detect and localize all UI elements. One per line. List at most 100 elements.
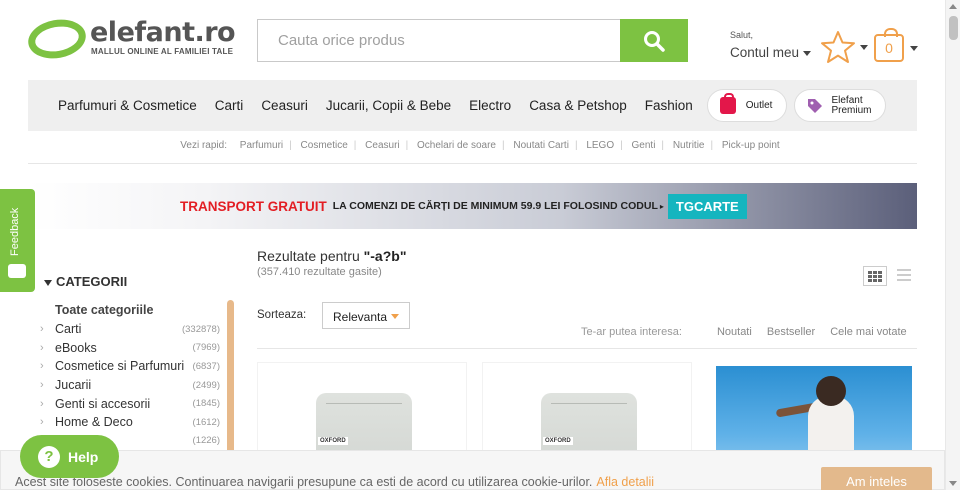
search-input[interactable] <box>258 20 620 61</box>
quick-link[interactable]: Nutritie <box>673 140 705 151</box>
category-item[interactable]: › Cosmetice si Parfumuri (6837) <box>40 357 220 376</box>
main-nav: Parfumuri & Cosmetice Carti Ceasuri Juca… <box>28 80 917 131</box>
nav-item-casa[interactable]: Casa & Petshop <box>529 98 627 113</box>
product-brand: OXFORD <box>543 437 573 445</box>
category-scrollbar[interactable] <box>227 300 234 460</box>
category-count: (1226) <box>192 435 220 447</box>
quick-link[interactable]: Cosmetice <box>301 140 348 151</box>
site-logo[interactable]: elefant.ro MALLUL ONLINE AL FAMILIEI TAL… <box>25 15 238 63</box>
triangle-down-icon <box>44 279 52 286</box>
chevron-down-icon <box>391 314 399 319</box>
chevron-down-icon <box>803 50 812 56</box>
account-menu[interactable]: Salut, Contul meu <box>730 30 812 60</box>
quick-link[interactable]: Ochelari de soare <box>417 140 496 151</box>
quick-link[interactable]: Ceasuri <box>365 140 399 151</box>
product-brand: OXFORD <box>318 437 348 445</box>
outlet-label: Outlet <box>745 99 773 111</box>
chevron-right-icon: › <box>40 323 44 336</box>
interest-link-cele-mai-votate[interactable]: Cele mai votate <box>830 326 906 338</box>
sort-select[interactable]: Relevanta <box>322 302 410 329</box>
scroll-down-icon[interactable] <box>949 481 957 486</box>
category-name: eBooks <box>55 340 97 355</box>
categories-title: CATEGORII <box>56 274 128 289</box>
interest-label: Te-ar putea interesa: <box>581 326 682 338</box>
premium-label-2: Premium <box>831 104 872 116</box>
help-button[interactable]: ? Help <box>20 435 119 478</box>
nav-item-jucarii[interactable]: Jucarii, Copii & Bebe <box>326 98 451 113</box>
cart-button[interactable]: 0 <box>874 28 920 64</box>
divider <box>28 163 917 164</box>
premium-label: Elefant Premium <box>831 95 872 116</box>
banner-highlight: TRANSPORT GRATUIT <box>180 198 327 214</box>
quick-links-label: Vezi rapid: <box>180 140 227 151</box>
category-list: › Carti (332878) › eBooks (7969) › Cosmetice … <box>40 320 220 450</box>
quick-link[interactable]: Pick-up point <box>722 140 780 151</box>
quick-link[interactable]: Parfumuri <box>240 140 283 151</box>
interest-link-noutati[interactable]: Noutati <box>717 326 752 338</box>
category-name: Cosmetice si Parfumuri <box>55 359 185 374</box>
scroll-thumb[interactable] <box>949 16 958 40</box>
interest-link-bestseller[interactable]: Bestseller <box>767 326 815 338</box>
all-categories-link[interactable]: Toate categoriile <box>55 303 153 317</box>
grid-view-button[interactable] <box>863 266 887 286</box>
category-name: Home & Deco <box>55 415 133 430</box>
logo-tagline: MALLUL ONLINE AL FAMILIEI TALE <box>91 47 234 56</box>
quick-link[interactable]: Noutati Carti <box>513 140 569 151</box>
nav-item-fashion[interactable]: Fashion <box>645 98 693 113</box>
chevron-right-icon: › <box>40 341 44 354</box>
cookie-details-link[interactable]: Afla detalii <box>596 475 654 489</box>
promo-banner[interactable]: TRANSPORT GRATUIT LA COMENZI DE CĂRȚI DE… <box>28 183 917 229</box>
category-count: (1845) <box>192 398 220 410</box>
cookie-bar: Acest site foloseste cookies. Continuare… <box>0 450 945 490</box>
quick-link[interactable]: Genti <box>632 140 656 151</box>
nav-item-electro[interactable]: Electro <box>469 98 511 113</box>
tag-icon <box>808 98 823 113</box>
category-count: (6837) <box>192 360 220 372</box>
chevron-down-icon <box>860 44 868 50</box>
page-scrollbar[interactable] <box>945 0 960 490</box>
results-prefix: Rezultate pentru <box>257 248 364 264</box>
outlet-button[interactable]: Outlet <box>706 89 788 122</box>
chevron-right-icon: › <box>40 397 44 410</box>
search-button[interactable] <box>620 19 688 62</box>
scroll-up-icon[interactable] <box>949 4 957 9</box>
account-label: Contul meu <box>730 45 800 60</box>
nav-item-parfumuri[interactable]: Parfumuri & Cosmetice <box>58 98 197 113</box>
list-view-icon[interactable] <box>897 269 911 281</box>
category-item[interactable]: › Genti si accesorii (1845) <box>40 394 220 413</box>
shopping-bag-icon <box>719 93 736 114</box>
nav-item-ceasuri[interactable]: Ceasuri <box>261 98 308 113</box>
category-name: Jucarii <box>55 378 92 393</box>
category-count: (1612) <box>192 416 220 428</box>
nav-item-carti[interactable]: Carti <box>215 98 244 113</box>
category-name: Genti si accesorii <box>55 396 151 411</box>
logo-text: elefant.ro <box>90 17 236 48</box>
premium-button[interactable]: Elefant Premium <box>794 89 887 122</box>
arrow-right-icon: ▸ <box>659 201 664 211</box>
search-bar <box>257 19 688 62</box>
chevron-right-icon: › <box>40 416 44 429</box>
category-item[interactable]: › Jucarii (2499) <box>40 376 220 395</box>
cookie-text: Acest site foloseste cookies. Continuare… <box>15 475 654 489</box>
feedback-tab[interactable]: Feedback <box>0 189 35 292</box>
category-item[interactable]: › Carti (332878) <box>40 320 220 339</box>
category-count: (332878) <box>181 323 220 335</box>
category-item[interactable]: › Home & Deco (1612) <box>40 413 220 432</box>
categories-heading[interactable]: CATEGORII <box>44 274 127 289</box>
cookie-accept-button[interactable]: Am inteles <box>821 467 932 490</box>
category-item[interactable]: › eBooks (7969) <box>40 339 220 358</box>
divider <box>257 348 917 349</box>
account-greeting: Salut, <box>730 30 754 40</box>
banner-code: TGCARTE <box>667 193 747 219</box>
sort-value: Relevanta <box>333 310 388 324</box>
site-header: elefant.ro MALLUL ONLINE AL FAMILIEI TAL… <box>0 0 960 80</box>
question-icon: ? <box>38 445 60 468</box>
sort-label: Sorteaza: <box>257 309 307 321</box>
quick-link[interactable]: LEGO <box>586 140 614 151</box>
chevron-right-icon: › <box>40 360 44 373</box>
banner-text: LA COMENZI DE CĂRȚI DE MINIMUM 59.9 LEI … <box>332 200 658 212</box>
help-label: Help <box>68 448 99 465</box>
cart-count: 0 <box>885 40 893 56</box>
favorites-button[interactable] <box>820 30 870 64</box>
chevron-down-icon <box>910 45 918 51</box>
